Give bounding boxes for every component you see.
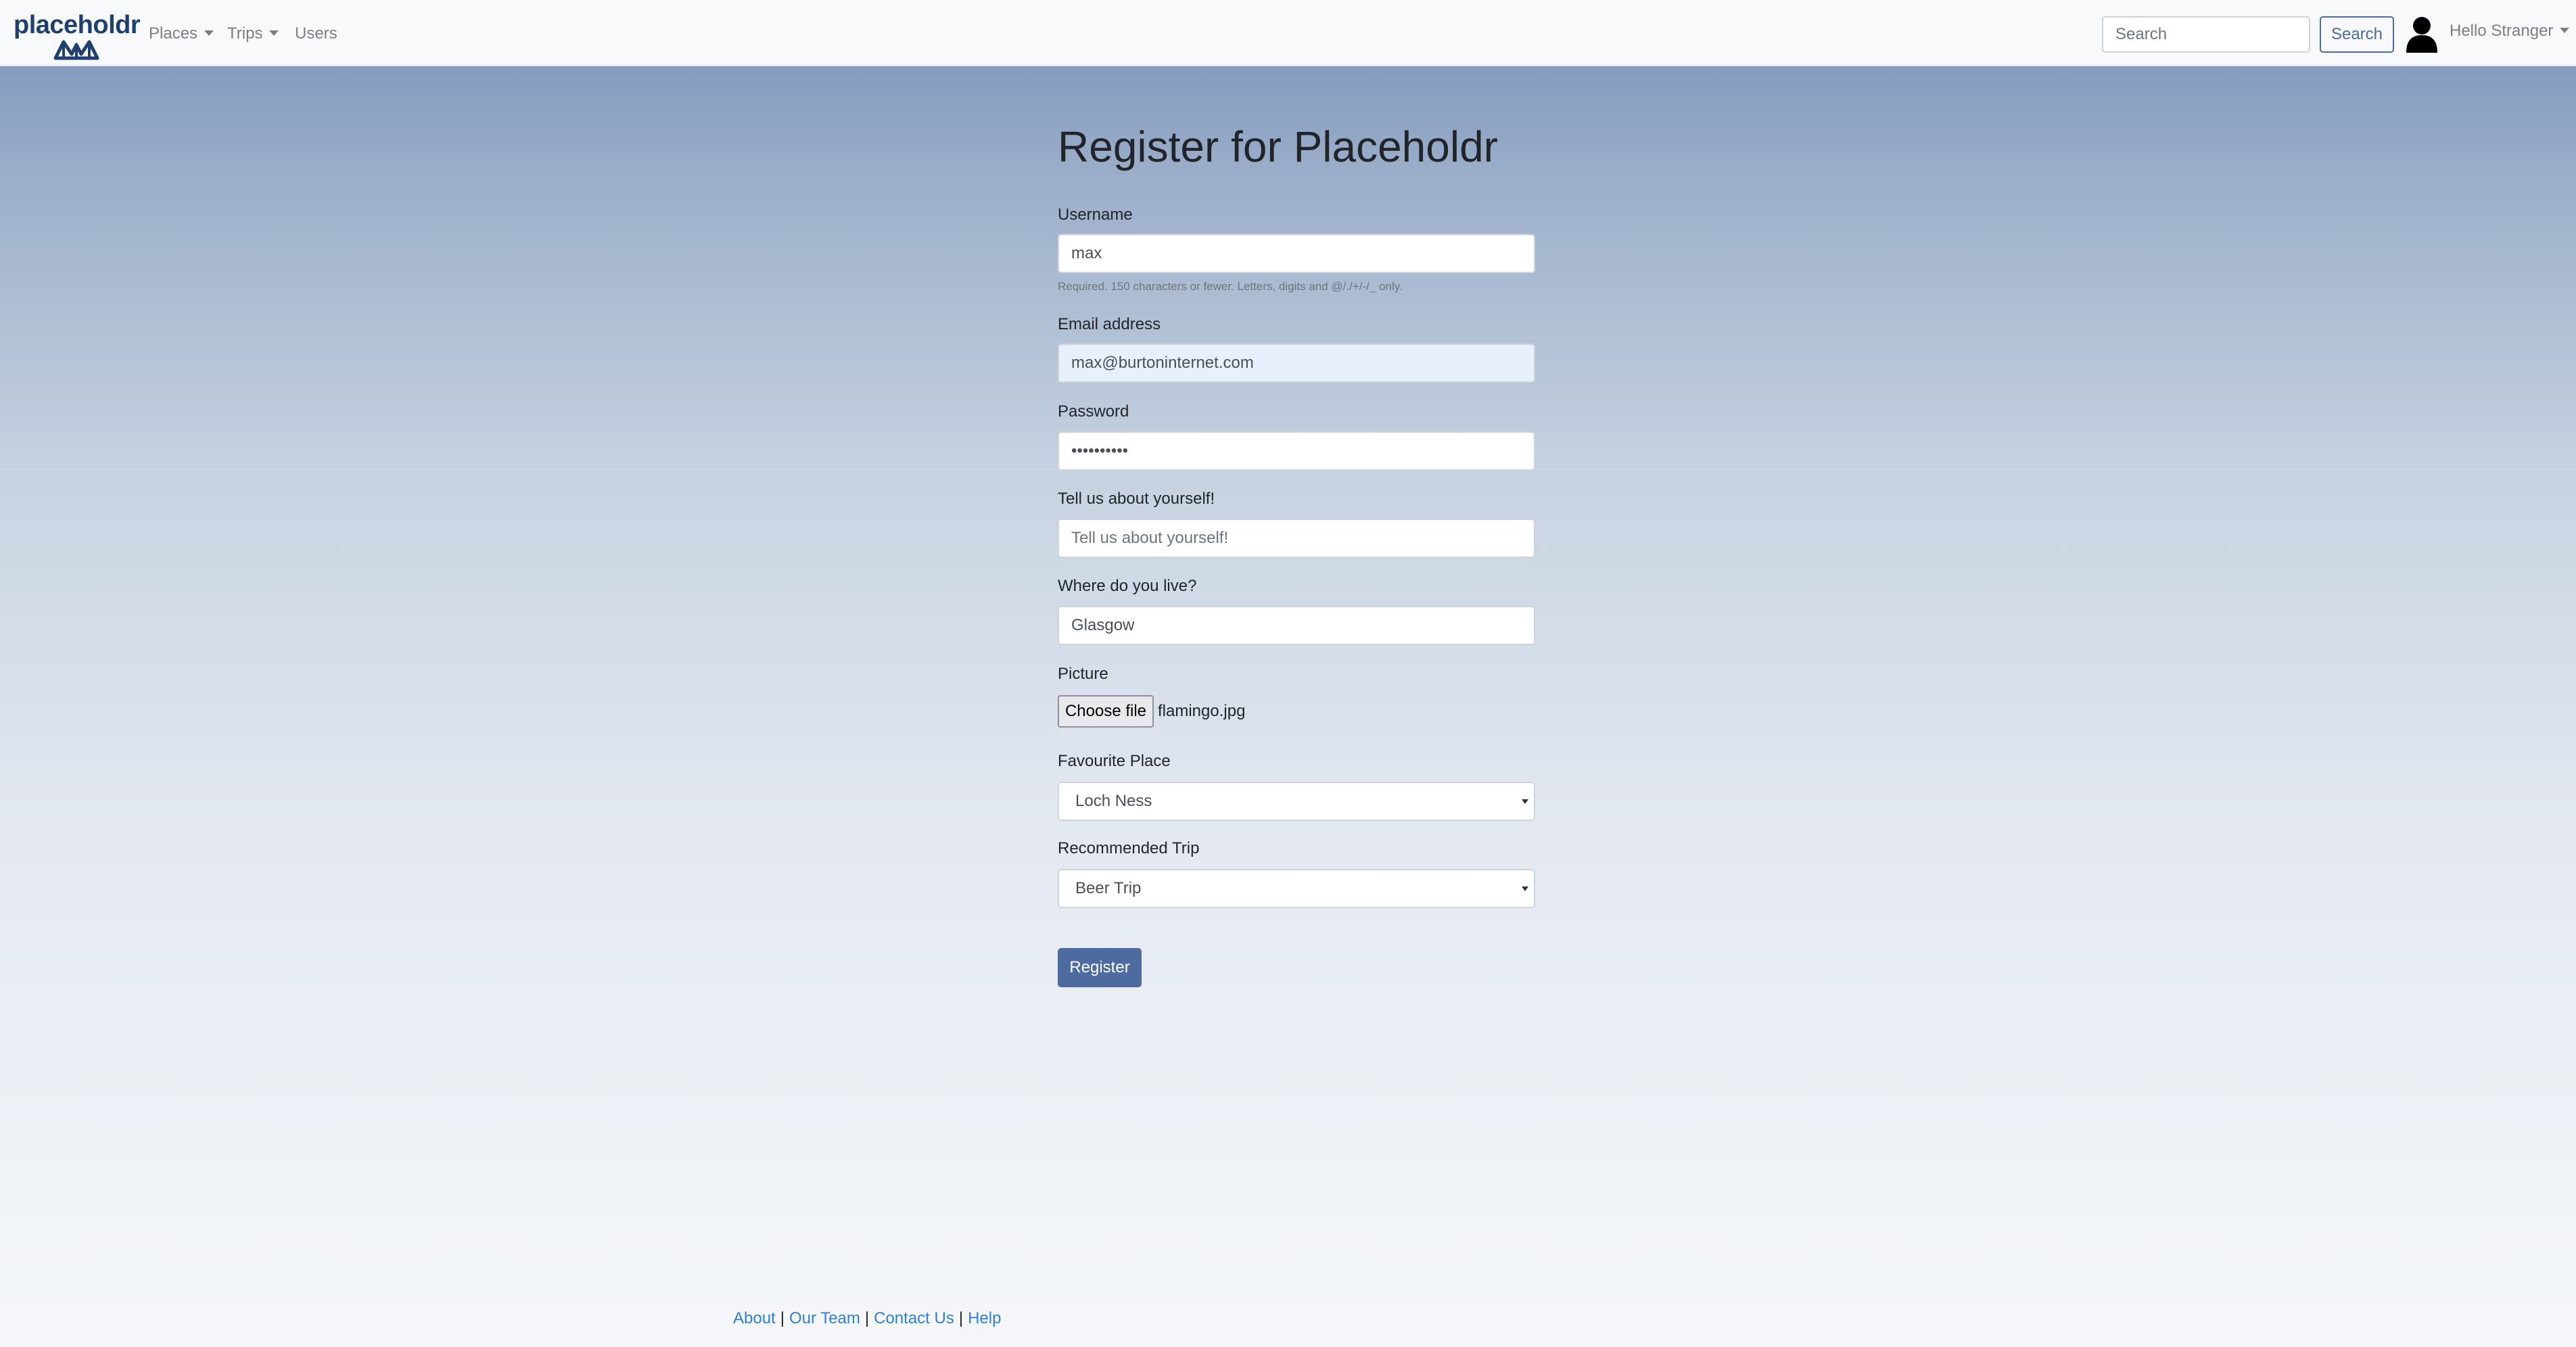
footer-separator: | xyxy=(864,1309,870,1327)
password-label: Password xyxy=(1058,402,1129,421)
favourite-place-value: Loch Ness xyxy=(1075,792,1152,810)
username-label: Username xyxy=(1058,206,1133,224)
footer-separator: | xyxy=(780,1309,784,1327)
username-help-text: Required. 150 characters or fewer. Lette… xyxy=(1058,280,1403,293)
search-input[interactable] xyxy=(2102,16,2310,53)
chevron-down-icon xyxy=(1522,799,1528,804)
footer-help-link[interactable]: Help xyxy=(968,1309,1001,1327)
register-button[interactable]: Register xyxy=(1058,948,1142,987)
footer-about-link[interactable]: About xyxy=(733,1309,776,1327)
search-button[interactable]: Search xyxy=(2320,16,2394,53)
footer-our-team-link[interactable]: Our Team xyxy=(789,1309,860,1327)
caret-down-icon xyxy=(2560,28,2570,33)
picture-label: Picture xyxy=(1058,665,1108,683)
footer-links: About | Our Team | Contact Us | Help xyxy=(733,1309,1001,1328)
about-field[interactable] xyxy=(1058,519,1535,558)
nav-places[interactable]: Places xyxy=(149,24,214,43)
password-field[interactable] xyxy=(1058,431,1535,471)
location-field[interactable] xyxy=(1058,606,1535,645)
user-greeting: Hello Stranger xyxy=(2450,22,2554,40)
email-label: Email address xyxy=(1058,315,1161,333)
caret-down-icon xyxy=(269,30,279,36)
nav-trips-label: Trips xyxy=(227,24,263,43)
location-label: Where do you live? xyxy=(1058,577,1197,595)
placeholdr-logo[interactable]: placeholdr xyxy=(14,9,141,60)
nav-places-label: Places xyxy=(149,24,198,43)
selected-file-name: flamingo.jpg xyxy=(1158,702,1246,720)
nav-trips[interactable]: Trips xyxy=(227,24,279,43)
recommended-trip-value: Beer Trip xyxy=(1075,879,1142,897)
recommended-trip-label: Recommended Trip xyxy=(1058,839,1200,857)
logo-map-icon xyxy=(53,40,99,60)
choose-file-button[interactable]: Choose file xyxy=(1058,695,1154,728)
about-label: Tell us about yourself! xyxy=(1058,490,1215,508)
recommended-trip-select[interactable]: Beer Trip xyxy=(1058,869,1535,908)
chevron-down-icon xyxy=(1522,887,1528,891)
footer-contact-link[interactable]: Contact Us xyxy=(874,1309,954,1327)
favourite-place-select[interactable]: Loch Ness xyxy=(1058,782,1535,821)
top-navbar: placeholdr Places Trips Users Search Hel… xyxy=(0,0,2576,66)
favourite-place-label: Favourite Place xyxy=(1058,752,1171,770)
nav-users-label: Users xyxy=(295,24,337,43)
email-field[interactable] xyxy=(1058,344,1535,383)
page-title: Register for Placeholdr xyxy=(1058,122,1498,171)
username-field[interactable] xyxy=(1058,234,1535,273)
footer-separator: | xyxy=(958,1309,964,1327)
user-avatar-icon[interactable] xyxy=(2405,15,2439,53)
caret-down-icon xyxy=(204,30,214,36)
nav-users[interactable]: Users xyxy=(295,24,337,43)
user-menu-dropdown[interactable]: Hello Stranger xyxy=(2450,22,2570,41)
